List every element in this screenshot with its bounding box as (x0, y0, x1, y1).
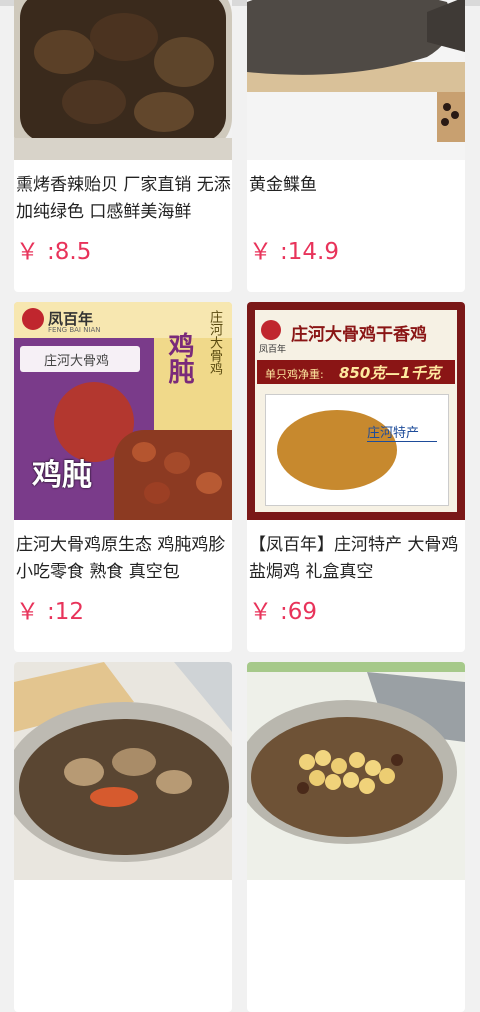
product-card[interactable] (14, 662, 232, 1012)
weight-label: 单只鸡净重: (265, 368, 324, 381)
currency-symbol: ￥ (16, 239, 39, 265)
product-title[interactable]: 【凤百年】庄河特产 大骨鸡 盐焗鸡 礼盒真空 (249, 532, 465, 586)
brand-logo (261, 320, 281, 340)
product-price: ￥ :14.9 (249, 232, 339, 266)
product-card[interactable]: 凤百年 庄河大骨鸡干香鸡 单只鸡净重: 850克—1千克 庄河特产 【凤百年】庄… (247, 302, 465, 652)
vertical-big-label: 鸡肫 (164, 332, 194, 384)
product-image[interactable] (247, 662, 465, 880)
product-price: ￥ :12 (16, 592, 84, 626)
product-card[interactable]: 黄金鲽鱼 ￥ :14.9 (247, 0, 465, 292)
product-card[interactable] (247, 662, 465, 1012)
price-value: :8.5 (47, 239, 92, 265)
product-card[interactable]: 凤百年 FENG BAI NIAN 庄河大骨鸡 鸡肫 庄河大骨鸡 鸡肫 庄河大骨… (14, 302, 232, 652)
weight-value: 850克—1千克 (339, 364, 441, 382)
pack-label: 庄河大骨鸡 (44, 354, 110, 369)
product-card[interactable]: 熏烤香辣贻贝 厂家直销 无添加纯绿色 口感鲜美海鲜 ￥ :8.5 (14, 0, 232, 292)
product-image[interactable]: 凤百年 庄河大骨鸡干香鸡 单只鸡净重: 850克—1千克 庄河特产 (247, 302, 465, 520)
currency-symbol: ￥ (249, 599, 272, 625)
smoked-flatfish-image (247, 0, 465, 160)
sticker-label: 庄河特产 (367, 422, 437, 442)
product-title[interactable]: 黄金鲽鱼 (249, 172, 465, 199)
price-value: :14.9 (280, 239, 339, 265)
currency-symbol: ￥ (249, 239, 272, 265)
salt-baked-chicken-box-image: 凤百年 庄河大骨鸡干香鸡 单只鸡净重: 850克—1千克 庄河特产 (247, 302, 465, 520)
box-banner: 庄河大骨鸡干香鸡 (291, 325, 427, 345)
canned-corn-image (247, 662, 465, 880)
product-image[interactable] (247, 0, 465, 160)
canned-clams-image (14, 662, 232, 880)
product-image[interactable] (14, 0, 232, 160)
product-title[interactable]: 庄河大骨鸡原生态 鸡肫鸡胗 小吃零食 熟食 真空包 (16, 532, 232, 586)
product-image[interactable] (14, 662, 232, 880)
product-price: ￥ :69 (249, 592, 317, 626)
brand-name: 凤百年 (259, 345, 287, 355)
price-value: :69 (280, 599, 318, 625)
product-title[interactable]: 熏烤香辣贻贝 厂家直销 无添加纯绿色 口感鲜美海鲜 (16, 172, 232, 226)
currency-symbol: ￥ (16, 599, 39, 625)
chicken-gizzard-pack-image: 凤百年 FENG BAI NIAN 庄河大骨鸡 鸡肫 庄河大骨鸡 鸡肫 (14, 302, 232, 520)
product-grid: 熏烤香辣贻贝 厂家直销 无添加纯绿色 口感鲜美海鲜 ￥ :8.5 黄金鲽鱼 ￥ :1… (0, 0, 480, 1012)
brand-pinyin: FENG BAI NIAN (48, 326, 101, 334)
product-image[interactable]: 凤百年 FENG BAI NIAN 庄河大骨鸡 鸡肫 庄河大骨鸡 鸡肫 (14, 302, 232, 520)
pack-big-label: 鸡肫 (32, 458, 92, 493)
brand-logo (22, 308, 44, 330)
product-price: ￥ :8.5 (16, 232, 91, 266)
price-value: :12 (47, 599, 85, 625)
canned-mussels-image (14, 0, 232, 160)
